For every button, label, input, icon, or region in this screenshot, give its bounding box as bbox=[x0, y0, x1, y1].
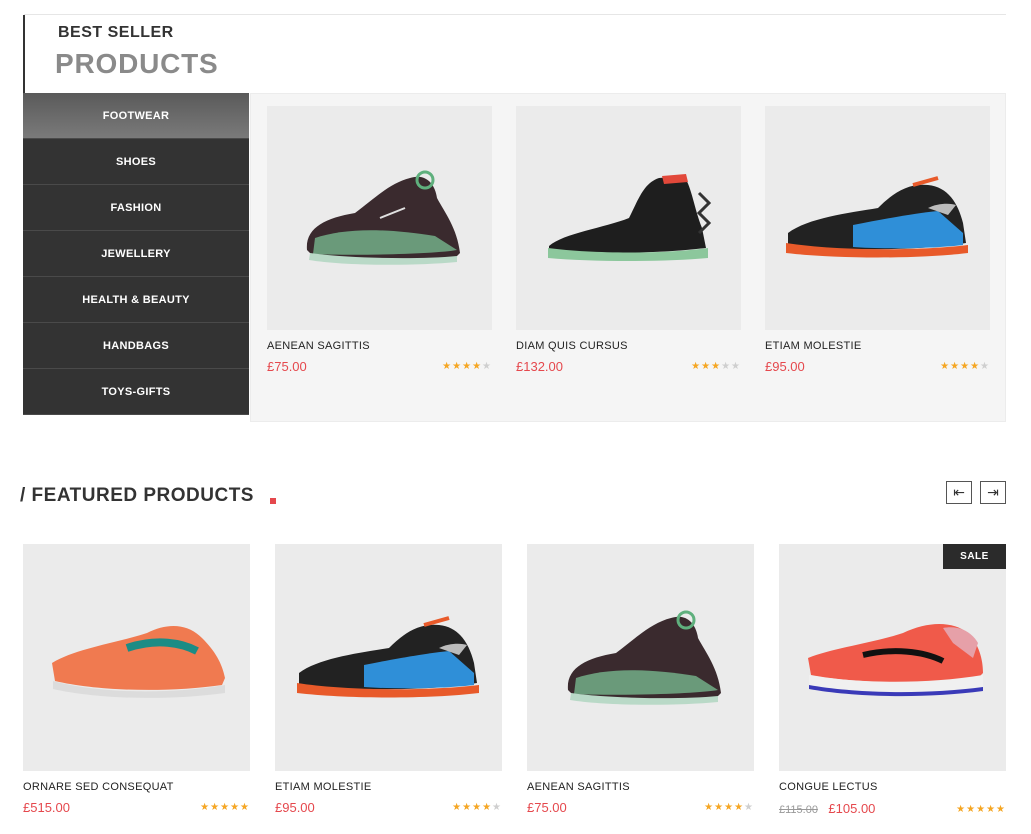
star-rating: ★★★★★ bbox=[200, 802, 250, 813]
product-image[interactable] bbox=[516, 106, 741, 330]
category-menu: FOOTWEAR SHOES FASHION JEWELLERY HEALTH … bbox=[23, 93, 249, 415]
product-price: £75.00 bbox=[267, 359, 307, 374]
category-fashion[interactable]: FASHION bbox=[23, 185, 249, 231]
category-health-beauty[interactable]: HEALTH & BEAUTY bbox=[23, 277, 249, 323]
featured-product-card[interactable]: AENEAN SAGITTIS £75.00 ★★★★★ bbox=[527, 544, 754, 815]
product-name[interactable]: CONGUE LECTUS bbox=[779, 781, 1006, 793]
black-hightop-sneaker-icon bbox=[547, 174, 711, 261]
featured-product-card[interactable]: SALE CONGUE LECTUS £115.00 £105.00 ★★★★★ bbox=[779, 544, 1006, 818]
category-handbags[interactable]: HANDBAGS bbox=[23, 323, 249, 369]
product-meta: £95.00 ★★★★★ bbox=[765, 359, 990, 374]
product-name[interactable]: ORNARE SED CONSEQUAT bbox=[23, 781, 250, 793]
product-card[interactable]: DIAM QUIS CURSUS £132.00 ★★★★★ bbox=[516, 106, 741, 374]
blue-orange-sneaker-icon bbox=[296, 615, 479, 697]
section-title: PRODUCTS bbox=[55, 48, 219, 79]
category-footwear[interactable]: FOOTWEAR bbox=[23, 93, 249, 139]
product-meta: £115.00 £105.00 ★★★★★ bbox=[779, 800, 1006, 818]
category-jewellery[interactable]: JEWELLERY bbox=[23, 231, 249, 277]
product-meta: £75.00 ★★★★★ bbox=[267, 359, 492, 374]
arrow-left-icon: ⇤ bbox=[953, 484, 965, 500]
basketball-sneaker-green-icon bbox=[306, 170, 460, 265]
product-image[interactable] bbox=[765, 106, 990, 330]
product-price: £515.00 bbox=[23, 800, 70, 815]
star-rating: ★★★★★ bbox=[442, 361, 492, 372]
arrow-right-icon: ⇥ bbox=[987, 484, 999, 500]
star-rating: ★★★★★ bbox=[452, 802, 502, 813]
product-card[interactable]: ETIAM MOLESTIE £95.00 ★★★★★ bbox=[765, 106, 990, 374]
product-meta: £95.00 ★★★★★ bbox=[275, 800, 502, 815]
product-price: £132.00 bbox=[516, 359, 563, 374]
sale-badge: SALE bbox=[943, 544, 1006, 569]
product-image[interactable] bbox=[23, 544, 250, 771]
product-image[interactable] bbox=[267, 106, 492, 330]
product-image[interactable] bbox=[527, 544, 754, 771]
product-name[interactable]: ETIAM MOLESTIE bbox=[275, 781, 502, 793]
price-group: £115.00 £105.00 bbox=[779, 800, 875, 818]
product-meta: £515.00 ★★★★★ bbox=[23, 800, 250, 815]
basketball-sneaker-green-icon bbox=[567, 610, 721, 705]
product-price: £75.00 bbox=[527, 800, 567, 815]
product-name[interactable]: DIAM QUIS CURSUS bbox=[516, 340, 741, 352]
title-accent-dot bbox=[270, 498, 276, 504]
product-name[interactable]: ETIAM MOLESTIE bbox=[765, 340, 990, 352]
red-running-shoe-icon bbox=[807, 623, 983, 696]
star-rating: ★★★★★ bbox=[691, 361, 741, 372]
product-old-price: £115.00 bbox=[779, 804, 818, 816]
star-rating: ★★★★★ bbox=[704, 802, 754, 813]
blue-orange-sneaker-icon bbox=[785, 176, 968, 258]
product-image[interactable]: SALE bbox=[779, 544, 1006, 771]
star-rating: ★★★★★ bbox=[956, 803, 1006, 815]
carousel-next-button[interactable]: ⇥ bbox=[980, 481, 1006, 504]
category-shoes[interactable]: SHOES bbox=[23, 139, 249, 185]
product-card[interactable]: AENEAN SAGITTIS £75.00 ★★★★★ bbox=[267, 106, 492, 374]
section-subtitle: BEST SELLER bbox=[58, 24, 174, 41]
product-name[interactable]: AENEAN SAGITTIS bbox=[527, 781, 754, 793]
product-price: £95.00 bbox=[275, 800, 315, 815]
product-name[interactable]: AENEAN SAGITTIS bbox=[267, 340, 492, 352]
product-meta: £75.00 ★★★★★ bbox=[527, 800, 754, 815]
featured-product-card[interactable]: ETIAM MOLESTIE £95.00 ★★★★★ bbox=[275, 544, 502, 815]
featured-product-card[interactable]: ORNARE SED CONSEQUAT £515.00 ★★★★★ bbox=[23, 544, 250, 815]
featured-title: / FEATURED PRODUCTS bbox=[20, 485, 254, 506]
product-price: £105.00 bbox=[828, 801, 876, 816]
product-image[interactable] bbox=[275, 544, 502, 771]
product-meta: £132.00 ★★★★★ bbox=[516, 359, 741, 374]
product-price: £95.00 bbox=[765, 359, 805, 374]
orange-running-shoe-icon bbox=[51, 625, 225, 698]
carousel-prev-button[interactable]: ⇤ bbox=[946, 481, 972, 504]
star-rating: ★★★★★ bbox=[940, 361, 990, 372]
best-seller-panel: AENEAN SAGITTIS £75.00 ★★★★★ DIAM QUIS C… bbox=[250, 93, 1006, 422]
category-toys-gifts[interactable]: TOYS-GIFTS bbox=[23, 369, 249, 415]
